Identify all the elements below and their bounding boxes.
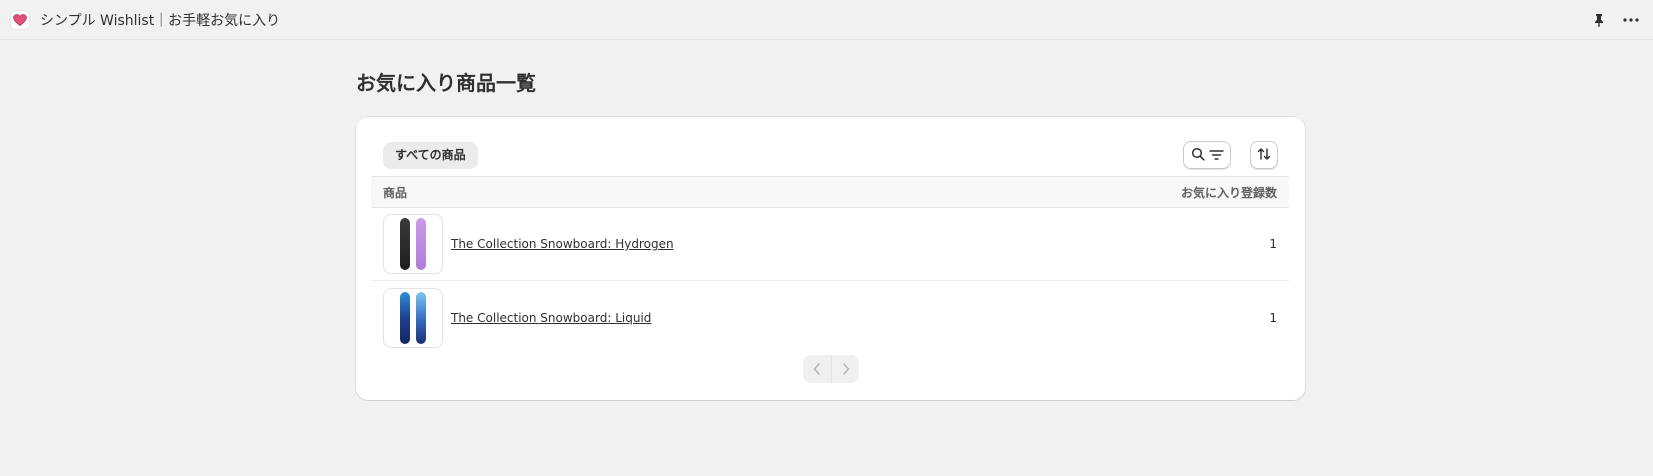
index-filters: すべての商品 [383,141,1278,169]
heart-icon [10,9,30,30]
chevron-left-icon [813,360,821,379]
wishlist-count: 1 [1269,310,1277,325]
sort-button[interactable] [1250,141,1278,169]
product-thumbnail [383,287,443,348]
app-header: シンプル Wishlist｜お手軽お気に入り [0,0,1653,40]
snowboard-image-lightblue [416,291,426,344]
search-icon [1191,146,1205,165]
wishlist-count: 1 [1269,237,1277,251]
next-page-button[interactable] [831,355,859,383]
tab-all-products[interactable]: すべての商品 [383,142,478,169]
app-title: シンプル Wishlist｜お手軽お気に入り [40,12,281,29]
table-row[interactable]: The Collection Snowboard: Hydrogen 1 [371,208,1289,281]
table-header: 商品 お気に入り登録数 [371,176,1289,208]
search-filter-button[interactable] [1183,141,1231,169]
table-row[interactable]: The Collection Snowboard: Liquid 1 [371,281,1289,354]
snowboard-image-purple [416,218,426,270]
snowboard-image-blue [400,291,410,344]
wishlist-table: 商品 お気に入り登録数 The Collection Snowboard: Hy… [371,176,1289,354]
pin-icon[interactable] [1587,8,1611,32]
more-options-icon[interactable] [1619,8,1643,32]
snowboard-image-dark [400,218,410,270]
page-title: お気に入り商品一覧 [356,71,536,95]
column-header-count: お気に入り登録数 [1180,185,1277,200]
product-link[interactable]: The Collection Snowboard: Hydrogen [451,237,674,251]
filter-icon [1208,146,1224,165]
product-link[interactable]: The Collection Snowboard: Liquid [451,311,651,325]
sort-icon [1257,146,1271,165]
previous-page-button[interactable] [803,355,831,383]
wishlist-card: すべての商品 商品 お気に入り登録数 The Collection Snowbo… [356,117,1305,400]
main-page: お気に入り商品一覧 すべての商品 商品 お気に入り登録数 The Collect… [356,40,1305,400]
pagination [803,355,859,383]
product-thumbnail [383,214,443,274]
chevron-right-icon [842,360,850,379]
column-header-product: 商品 [383,185,408,200]
